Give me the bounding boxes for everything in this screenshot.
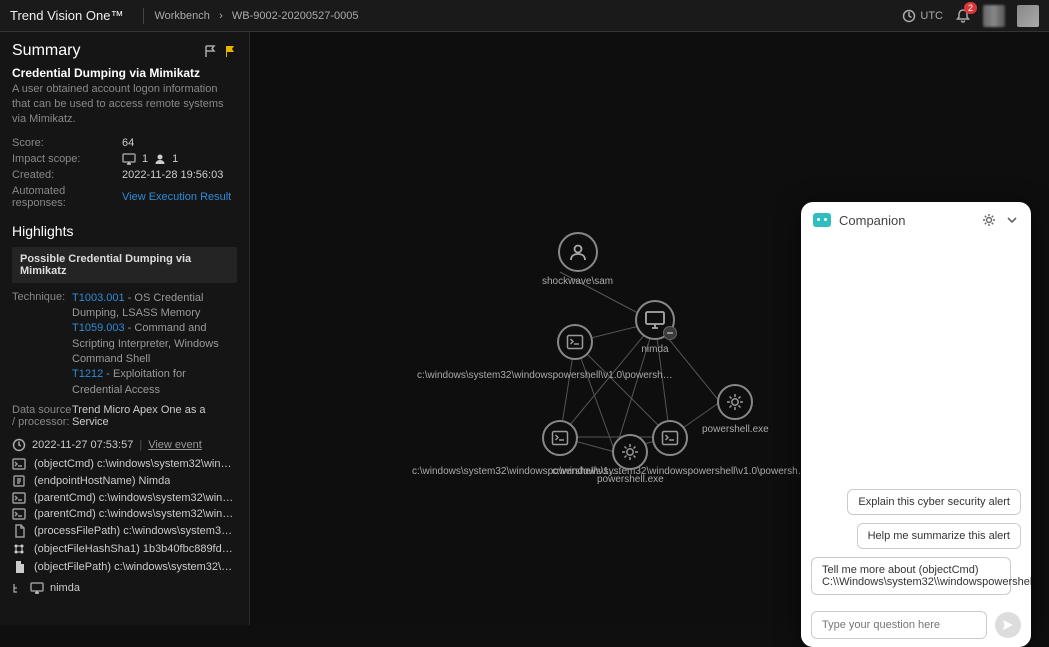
event-row[interactable]: (parentCmd) c:\windows\system32\windowsp… <box>12 508 237 520</box>
auto-label: Automated responses: <box>12 185 122 209</box>
event-row[interactable]: (parentCmd) c:\windows\system32\windowsp… <box>12 492 237 504</box>
flag-filled-icon[interactable] <box>223 44 237 58</box>
view-event-link[interactable]: View event <box>148 439 202 451</box>
host-icon <box>122 153 136 165</box>
graph-node-process[interactable]: c:\windows\system32\windowspowershell\v1… <box>557 324 593 360</box>
technique-label: Technique: <box>12 291 72 399</box>
brand: Trend Vision One™ <box>10 8 123 23</box>
clock-icon-label: UTC <box>920 10 943 22</box>
monitor-icon <box>30 582 44 594</box>
technique-link[interactable]: T1212 <box>72 368 103 380</box>
notification-badge: 2 <box>964 2 977 14</box>
breadcrumb-id: WB-9002-20200527-0005 <box>232 10 359 22</box>
graph-node-process[interactable]: powershell.exe <box>702 384 769 435</box>
event-time: 2022-11-27 07:53:57 <box>32 439 133 451</box>
cmd-icon <box>12 458 26 470</box>
score-label: Score: <box>12 137 122 149</box>
graph-node-process[interactable]: powershell.exe <box>597 434 664 485</box>
datasource-label: Data source / processor: <box>12 404 72 428</box>
alert-description: A user obtained account logon informatio… <box>12 82 237 127</box>
event-row[interactable]: (objectCmd) c:\windows\system32\windowsp… <box>12 458 237 470</box>
event-row[interactable]: (objectFileHashSha1) 1b3b40fbc889fd4c645… <box>12 542 237 556</box>
clock-icon <box>12 438 26 452</box>
user-icon <box>154 153 166 165</box>
breadcrumb-root[interactable]: Workbench <box>154 10 209 22</box>
alert-title: Credential Dumping via Mimikatz <box>12 66 237 80</box>
companion-input[interactable] <box>811 611 987 639</box>
host-icon <box>12 474 26 488</box>
suggestion-button[interactable]: Help me summarize this alert <box>857 523 1021 549</box>
file-icon <box>12 560 26 574</box>
event-row[interactable]: (objectFilePath) c:\windows\system32\win… <box>12 560 237 574</box>
event-row[interactable]: (endpointHostName) Nimda <box>12 474 237 488</box>
technique-link[interactable]: T1003.001 <box>72 292 125 304</box>
timezone-selector[interactable]: UTC <box>902 9 943 23</box>
event-row[interactable]: (processFilePath) c:\windows\system32\wi… <box>12 524 237 538</box>
gear-icon <box>620 442 640 462</box>
terminal-icon <box>551 430 569 446</box>
gear-icon[interactable] <box>981 212 997 228</box>
endpoint-row[interactable]: nimda <box>12 582 237 594</box>
impact-label: Impact scope: <box>12 153 122 165</box>
avatar[interactable] <box>1017 5 1039 27</box>
created-label: Created: <box>12 169 122 181</box>
terminal-icon <box>566 334 584 350</box>
highlight-item[interactable]: Possible Credential Dumping via Mimikatz <box>12 247 237 283</box>
divider <box>143 8 144 24</box>
flag-icon[interactable] <box>203 44 217 58</box>
graph-node-host[interactable]: nimda <box>635 300 675 355</box>
graph-node-user[interactable]: shockwave\sam <box>542 232 613 287</box>
companion-panel: Companion Explain this cyber security al… <box>801 202 1031 647</box>
notifications-button[interactable]: 2 <box>955 8 971 24</box>
datasource-value: Trend Micro Apex One as a Service <box>72 404 237 428</box>
tree-icon <box>12 582 24 594</box>
score-value: 64 <box>122 137 134 149</box>
companion-logo-icon <box>813 213 831 227</box>
cmd-icon <box>12 508 26 520</box>
gear-icon <box>725 392 745 412</box>
companion-title: Companion <box>839 213 973 228</box>
graph-canvas[interactable]: shockwave\sam nimda c:\windows\system32\… <box>250 32 1049 625</box>
view-execution-link[interactable]: View Execution Result <box>122 191 231 203</box>
chevron-down-icon[interactable] <box>1005 213 1019 227</box>
summary-heading: Summary <box>12 42 203 60</box>
breadcrumb[interactable]: Workbench › WB-9002-20200527-0005 <box>154 10 358 22</box>
suggestion-button[interactable]: Tell me more about (objectCmd) C:\\Windo… <box>811 557 1011 595</box>
monitor-icon <box>644 310 666 330</box>
impact-users: 1 <box>172 153 178 165</box>
subnode-badge <box>663 326 677 340</box>
send-button[interactable] <box>995 612 1021 638</box>
endpoint-name: nimda <box>50 582 80 594</box>
graph-node-process[interactable]: c:\windows\system32\windowspowershell\v1… <box>542 420 578 456</box>
send-icon <box>1001 618 1015 632</box>
cmd-icon <box>12 492 26 504</box>
suggestion-button[interactable]: Explain this cyber security alert <box>847 489 1021 515</box>
technique-link[interactable]: T1059.003 <box>72 322 125 334</box>
app-header: Trend Vision One™ Workbench › WB-9002-20… <box>0 0 1049 32</box>
file-icon <box>12 524 26 538</box>
impact-hosts: 1 <box>142 153 148 165</box>
summary-panel: Summary Credential Dumping via Mimikatz … <box>0 32 250 625</box>
highlights-heading: Highlights <box>12 223 237 239</box>
user-icon <box>568 242 588 262</box>
created-value: 2022-11-28 19:56:03 <box>122 169 223 181</box>
tenant-icon[interactable] <box>983 5 1005 27</box>
hash-icon <box>12 542 26 556</box>
